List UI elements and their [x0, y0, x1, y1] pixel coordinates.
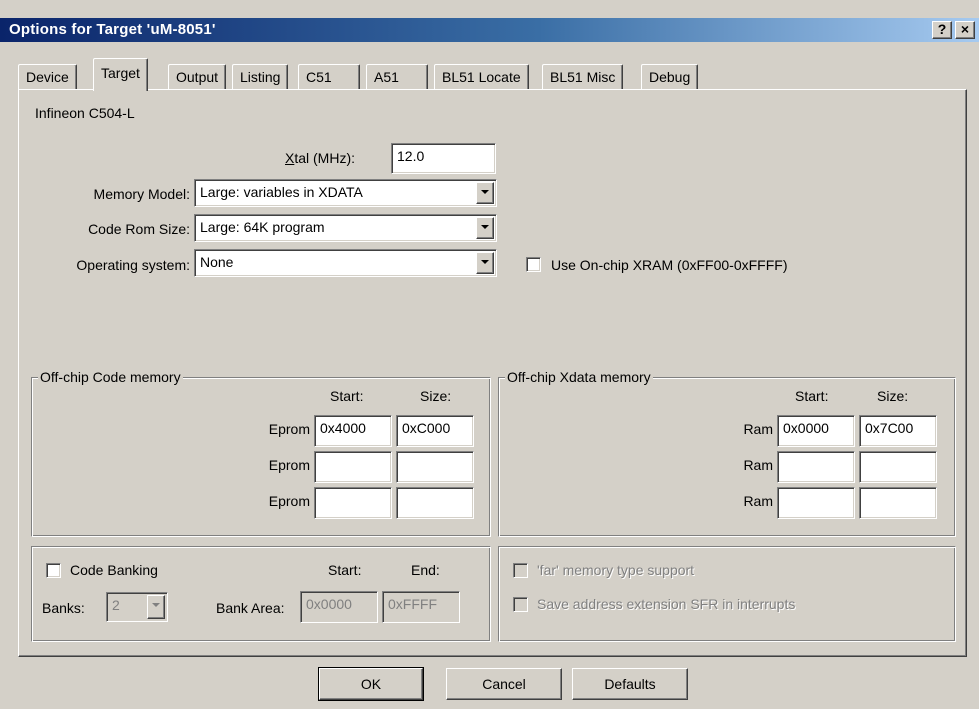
code-banking-label: Code Banking [70, 562, 158, 578]
eprom-label: Eprom [268, 421, 310, 437]
bank-end-header: End: [411, 562, 440, 578]
far-memory-label: 'far' memory type support [537, 562, 695, 578]
code-rom-size-label: Code Rom Size: [88, 221, 190, 237]
save-sfr-checkbox[interactable] [513, 597, 528, 612]
ram-start-input[interactable] [777, 487, 855, 519]
banks-select[interactable]: 2 [106, 592, 168, 622]
tab-output[interactable]: Output [168, 64, 227, 90]
eprom-size-input[interactable] [396, 451, 474, 483]
code-rom-size-value: Large: 64K program [200, 219, 325, 235]
banks-label: Banks: [42, 600, 85, 616]
options-dialog: Options for Target 'uM-8051' ? × Device … [0, 0, 979, 709]
tab-target[interactable]: Target [93, 58, 148, 91]
code-banking-group: Code Banking Start: End: Banks: 2 Bank A… [31, 546, 491, 642]
offchip-xdata-group: Off-chip Xdata memory Start: Size: Ram 0… [498, 369, 956, 537]
eprom-size-input[interactable]: 0xC000 [396, 415, 474, 447]
ram-start-input[interactable]: 0x0000 [777, 415, 855, 447]
chevron-down-icon[interactable] [476, 217, 494, 239]
offchip-xdata-start-header: Start: [795, 388, 829, 404]
ram-label: Ram [743, 457, 773, 473]
code-banking-checkbox[interactable] [46, 563, 61, 578]
far-memory-group: 'far' memory type support Save address e… [498, 546, 956, 642]
offchip-code-size-header: Size: [420, 388, 452, 404]
tab-listing[interactable]: Listing [232, 64, 289, 90]
eprom-start-input[interactable] [314, 451, 392, 483]
bank-area-end-input[interactable]: 0xFFFF [382, 591, 460, 623]
ram-size-input[interactable]: 0x7C00 [859, 415, 937, 447]
ram-label: Ram [743, 421, 773, 437]
code-rom-size-select[interactable]: Large: 64K program [194, 214, 497, 242]
device-name: Infineon C504-L [35, 105, 135, 121]
eprom-start-input[interactable]: 0x4000 [314, 415, 392, 447]
chevron-down-icon[interactable] [476, 182, 494, 204]
chevron-down-icon[interactable] [476, 252, 494, 274]
memory-model-select[interactable]: Large: variables in XDATA [194, 179, 497, 207]
bank-area-start-input[interactable]: 0x0000 [300, 591, 378, 623]
offchip-xdata-legend: Off-chip Xdata memory [505, 369, 653, 385]
ram-label: Ram [743, 493, 773, 509]
help-button[interactable]: ? [932, 21, 952, 39]
title-bar[interactable]: Options for Target 'uM-8051' ? × [0, 18, 979, 42]
window-title: Options for Target 'uM-8051' [9, 21, 216, 38]
save-sfr-label: Save address extension SFR in interrupts [537, 596, 796, 612]
operating-system-select[interactable]: None [194, 249, 497, 277]
eprom-label: Eprom [268, 493, 310, 509]
ram-size-input[interactable] [859, 451, 937, 483]
defaults-button[interactable]: Defaults [572, 668, 688, 700]
bank-area-label: Bank Area: [216, 600, 285, 616]
tab-debug[interactable]: Debug [641, 64, 699, 90]
memory-model-label: Memory Model: [93, 186, 190, 202]
offchip-code-group: Off-chip Code memory Start: Size: Eprom … [31, 369, 491, 537]
memory-model-value: Large: variables in XDATA [200, 184, 363, 200]
offchip-code-legend: Off-chip Code memory [38, 369, 183, 385]
eprom-label: Eprom [268, 457, 310, 473]
close-button[interactable]: × [955, 21, 975, 39]
tab-c51[interactable]: C51 [298, 64, 360, 90]
far-memory-checkbox[interactable] [513, 563, 528, 578]
use-onchip-xram-label: Use On-chip XRAM (0xFF00-0xFFFF) [551, 257, 788, 273]
operating-system-value: None [200, 254, 234, 270]
bank-start-header: Start: [328, 562, 362, 578]
eprom-size-input[interactable] [396, 487, 474, 519]
tab-a51[interactable]: A51 [366, 64, 428, 90]
xtal-label: Xtal (MHz): [285, 150, 356, 166]
tab-bl51-misc[interactable]: BL51 Misc [542, 64, 624, 90]
banks-value: 2 [112, 597, 120, 613]
tab-device[interactable]: Device [18, 64, 77, 90]
target-tab-panel: Infineon C504-L Xtal (MHz): 12.0 Memory … [18, 89, 967, 657]
chevron-down-icon[interactable] [147, 595, 165, 619]
offchip-code-start-header: Start: [330, 388, 364, 404]
use-onchip-xram-checkbox[interactable] [526, 257, 541, 272]
operating-system-label: Operating system: [76, 257, 190, 273]
xtal-input[interactable]: 12.0 [391, 143, 496, 174]
ram-size-input[interactable] [859, 487, 937, 519]
ram-start-input[interactable] [777, 451, 855, 483]
tab-bl51-locate[interactable]: BL51 Locate [434, 64, 529, 90]
offchip-xdata-size-header: Size: [877, 388, 909, 404]
ok-button[interactable]: OK [318, 667, 424, 701]
eprom-start-input[interactable] [314, 487, 392, 519]
cancel-button[interactable]: Cancel [446, 668, 562, 700]
